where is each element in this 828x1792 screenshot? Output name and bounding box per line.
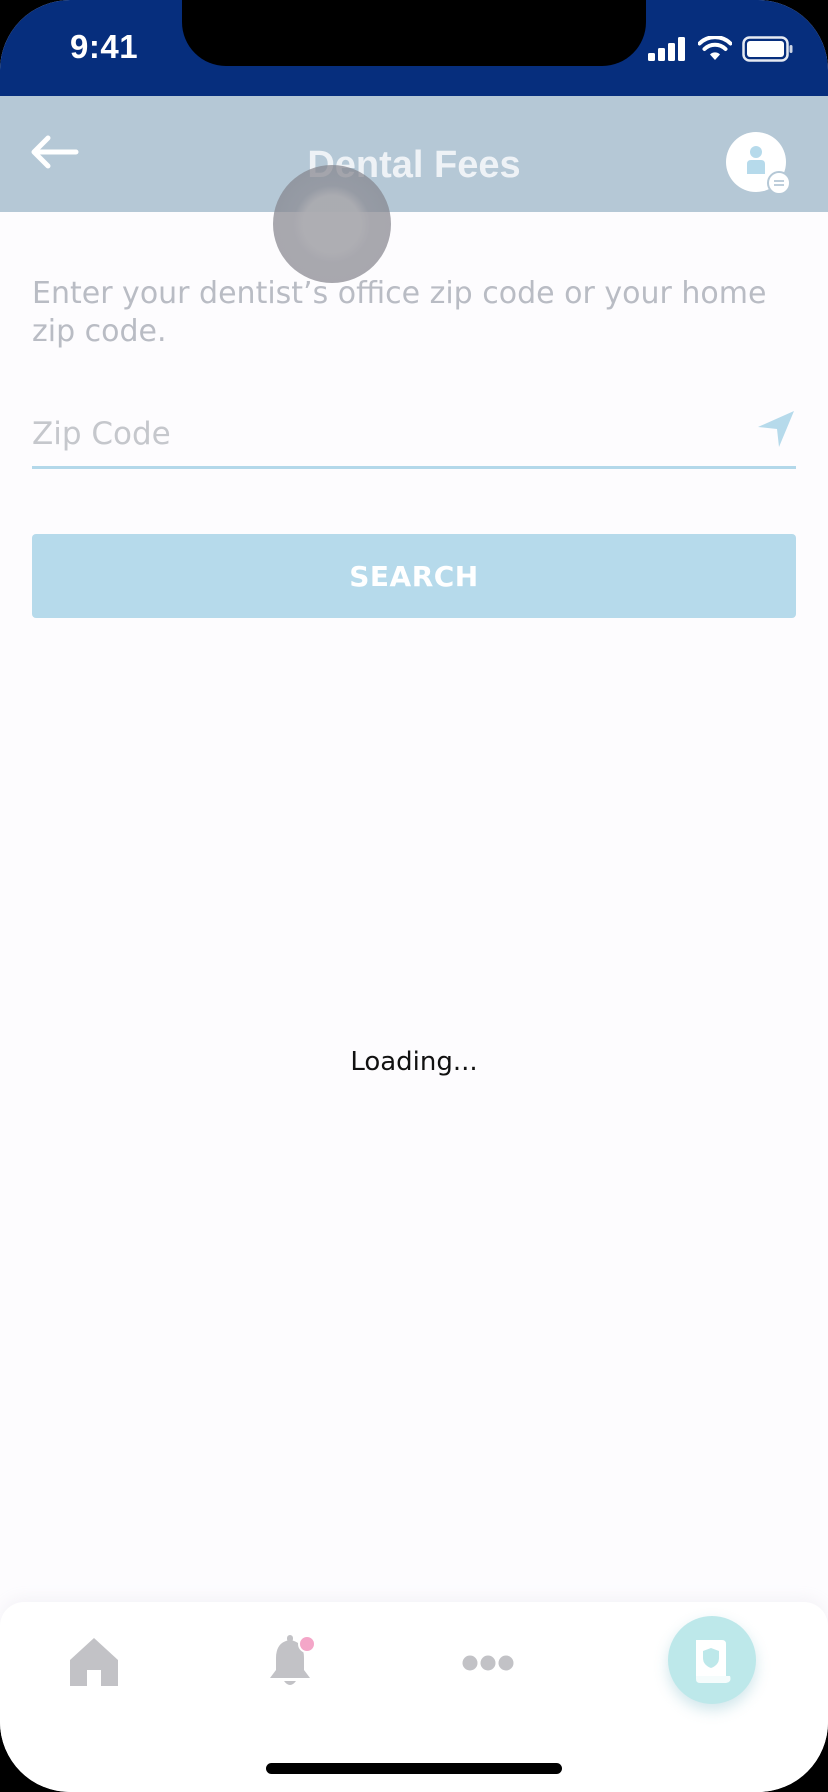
device-notch (182, 0, 646, 66)
zip-code-field (32, 405, 796, 469)
status-icons (648, 36, 794, 62)
zip-instructions: Enter your dentist’s office zip code or … (32, 276, 767, 349)
signal-icon (648, 37, 685, 61)
loading-text: Loading... (350, 1047, 478, 1077)
search-button[interactable]: SEARCH (32, 534, 796, 618)
battery-icon (742, 36, 793, 62)
tab-home[interactable] (68, 1636, 120, 1688)
member-card-icon (726, 132, 791, 195)
wifi-icon (698, 36, 732, 60)
claims-shield-icon (696, 1640, 731, 1683)
tab-more[interactable] (462, 1654, 514, 1672)
more-dots-icon (462, 1655, 514, 1671)
profile-avatar-button[interactable] (726, 132, 791, 195)
zip-code-input[interactable] (32, 405, 712, 463)
app-header: Dental Fees (0, 96, 828, 283)
home-indicator (266, 1763, 562, 1774)
location-arrow-icon (758, 411, 794, 447)
page-title: Dental Fees (307, 144, 521, 186)
phone-screen: 9:41 Dental Fees Enter your dentist’s of… (0, 0, 828, 1792)
tab-claims[interactable] (668, 1616, 756, 1704)
touch-indicator (273, 165, 391, 283)
status-bar: 9:41 (0, 0, 828, 96)
bell-icon (270, 1635, 316, 1685)
home-icon (70, 1638, 118, 1686)
use-location-button[interactable] (756, 409, 796, 449)
status-time: 9:41 (70, 28, 139, 65)
tab-notifications[interactable] (266, 1632, 322, 1690)
